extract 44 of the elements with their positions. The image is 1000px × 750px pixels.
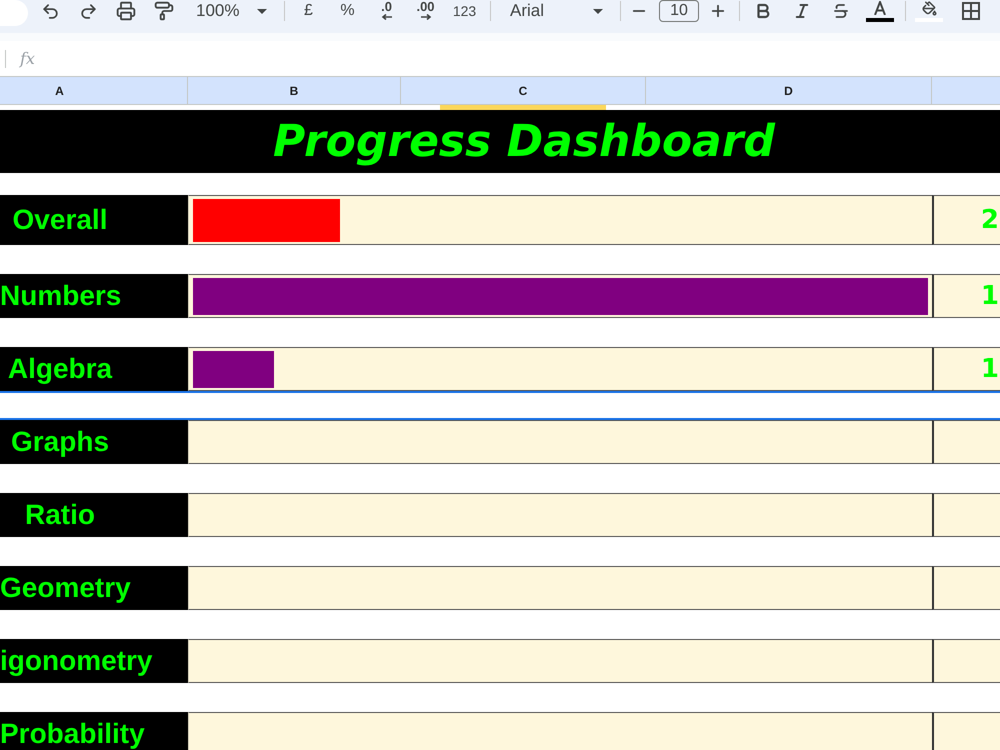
plus-icon[interactable]: [709, 2, 727, 20]
category-label-cell: igonometry: [0, 639, 188, 683]
strikethrough-icon[interactable]: [832, 2, 850, 20]
column-header[interactable]: A: [0, 77, 188, 104]
category-label-cell: Algebra: [0, 347, 188, 391]
category-label-cell: Geometry: [0, 566, 188, 610]
increase-decimals-button[interactable]: .00: [406, 0, 445, 22]
category-label-cell: Ratio: [0, 493, 188, 537]
font-dropdown[interactable]: Arial: [497, 0, 611, 22]
value-cell: [932, 639, 1000, 683]
category-label-cell: Graphs: [0, 420, 188, 464]
percent-format-button[interactable]: %: [328, 0, 367, 22]
value-cell: 2: [932, 195, 1000, 245]
caret-icon: [593, 8, 603, 14]
fill-color-icon[interactable]: [915, 0, 943, 22]
arrow-left-icon: [380, 14, 392, 20]
redo-icon[interactable]: [78, 2, 98, 20]
currency-format-button[interactable]: £: [289, 0, 328, 22]
caret-icon: [257, 8, 267, 14]
column-header[interactable]: D: [646, 77, 932, 104]
category-label-cell: Overall: [0, 195, 188, 245]
column-header[interactable]: B: [188, 77, 401, 104]
undo-icon[interactable]: [40, 2, 60, 20]
dashboard-title: Progress Dashboard: [0, 110, 1000, 173]
value-cell: 1: [932, 274, 1000, 318]
category-label-cell: Numbers: [0, 274, 188, 318]
number-format-button[interactable]: 123: [445, 0, 484, 22]
value-cell: [932, 493, 1000, 537]
zoom-dropdown[interactable]: 100%: [186, 0, 275, 22]
value-cell: [932, 566, 1000, 610]
text-color-icon[interactable]: [866, 0, 894, 22]
value-cell: [932, 420, 1000, 464]
selected-row[interactable]: [0, 391, 1000, 420]
paint-roller-icon[interactable]: [154, 1, 174, 21]
formula-label: fx: [20, 49, 35, 68]
print-icon[interactable]: [116, 1, 136, 21]
column-header[interactable]: C: [401, 77, 646, 104]
font-size-field[interactable]: 10: [659, 0, 699, 22]
category-label-cell: Probability: [0, 712, 188, 750]
arrow-right-icon: [420, 14, 432, 20]
decrease-decimals-button[interactable]: .0: [367, 0, 406, 22]
borders-icon[interactable]: [962, 2, 980, 20]
value-cell: [932, 712, 1000, 750]
value-cell: 1: [932, 347, 1000, 391]
